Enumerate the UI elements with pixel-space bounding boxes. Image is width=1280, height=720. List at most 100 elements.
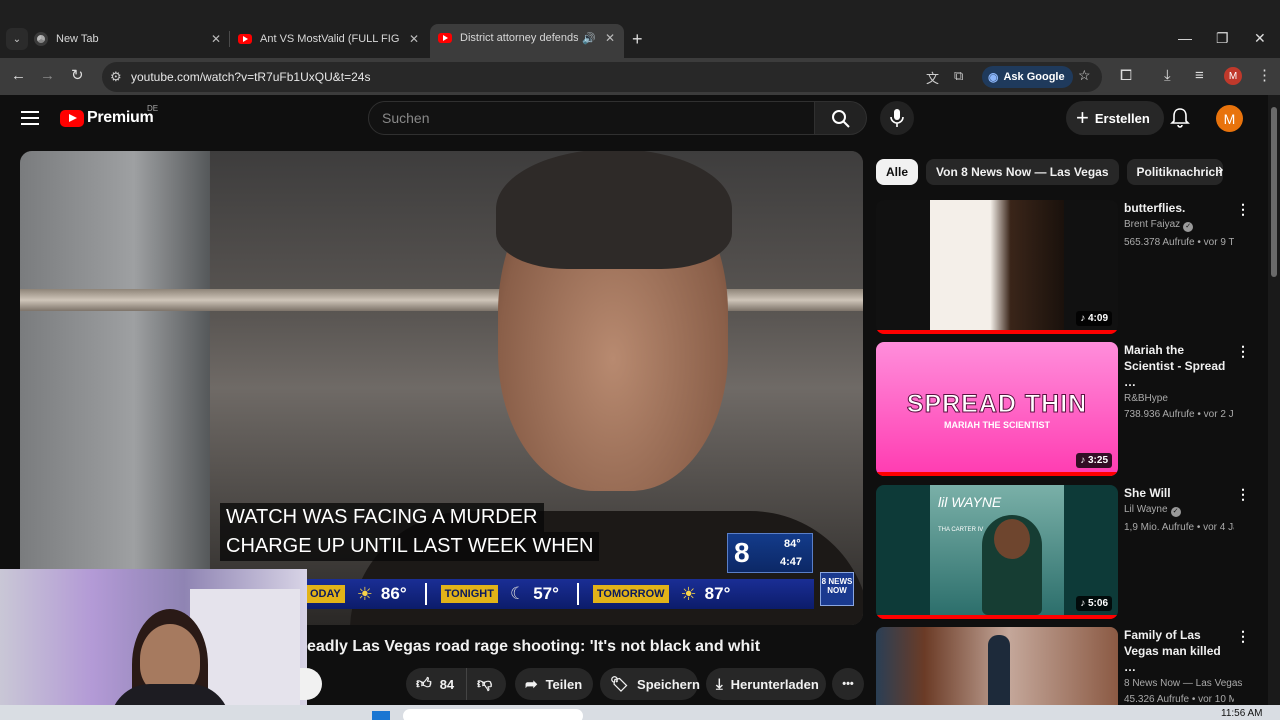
save-button[interactable]: 🏷︎ Speichern — [600, 668, 700, 700]
recommendation-item[interactable]: Family of Las Vegas man killed … 8 News … — [876, 627, 1256, 705]
more-options-icon[interactable]: ⋮ — [1236, 487, 1250, 501]
thumbnail-person — [988, 635, 1010, 705]
back-icon[interactable]: ← — [11, 66, 26, 86]
tab-search-button[interactable]: ⌄ — [6, 28, 28, 50]
search-button[interactable] — [815, 101, 867, 135]
taskbar-search[interactable] — [403, 709, 583, 720]
browser-tab-strip: ⌄ New Tab ✕ Ant VS MostValid (FULL FIGHT… — [0, 0, 1280, 58]
tab-title: Ant VS MostValid (FULL FIGHT) — [260, 33, 400, 45]
scrollbar-thumb[interactable] — [1271, 107, 1277, 277]
menu-icon[interactable] — [21, 111, 39, 125]
channel-name[interactable]: R&BHype — [1124, 393, 1234, 404]
close-window-icon[interactable]: ✕ — [1254, 30, 1266, 47]
account-avatar[interactable]: M — [1216, 105, 1243, 132]
station-logo: 8 — [734, 537, 750, 568]
thumbnail-image — [930, 200, 1064, 334]
video-thumbnail[interactable] — [876, 627, 1118, 705]
video-meta: 45.326 Aufrufe • vor 10 M… — [1124, 694, 1234, 705]
translate-icon[interactable]: 文 — [926, 68, 939, 87]
video-thumbnail[interactable]: lil WAYNE THA CARTER IV ♪ 5:06 — [876, 485, 1118, 619]
url-text[interactable]: youtube.com/watch?v=tR7uFb1UxQU&t=24s — [131, 70, 370, 84]
more-actions-button[interactable]: ••• — [832, 668, 864, 700]
maximize-icon[interactable]: ❐ — [1216, 30, 1229, 47]
install-app-icon[interactable]: ⧉ — [954, 68, 963, 84]
more-options-icon[interactable]: ⋮ — [1236, 344, 1250, 358]
weather-temp: 87° — [704, 584, 731, 603]
chip-all[interactable]: Alle — [876, 159, 919, 185]
notifications-bell-icon[interactable] — [1170, 107, 1190, 129]
closed-caption: WATCH WAS FACING A MURDER CHARGE UP UNTI… — [220, 503, 600, 561]
chip-channel[interactable]: Von 8 News Now — Las Vegas — [926, 159, 1119, 185]
recommendation-item[interactable]: lil WAYNE THA CARTER IV ♪ 5:06 She Will … — [876, 485, 1256, 619]
new-tab-button[interactable]: + — [632, 30, 643, 48]
video-title[interactable]: She Will — [1124, 485, 1234, 501]
google-lens-icon: ◉ — [988, 70, 999, 84]
thumbs-down-icon: 👎︎ — [477, 675, 493, 692]
video-thumbnail[interactable]: ♪ 4:09 — [876, 200, 1118, 334]
search-field[interactable] — [368, 101, 815, 135]
video-title[interactable]: butterflies. — [1124, 200, 1234, 216]
search-input[interactable] — [382, 110, 802, 126]
bookmark-star-icon[interactable]: ☆ — [1078, 67, 1091, 84]
youtube-play-icon — [60, 109, 84, 127]
ask-google-button[interactable]: ◉ Ask Google — [982, 66, 1073, 88]
youtube-icon — [238, 34, 252, 44]
reload-icon[interactable]: ↻ — [71, 66, 84, 86]
microphone-icon — [890, 109, 904, 127]
tab-ant-vs-mostvalid[interactable]: Ant VS MostValid (FULL FIGHT) ✕ — [238, 26, 422, 52]
minimize-icon[interactable]: — — [1178, 30, 1192, 46]
video-title[interactable]: Mariah the Scientist - Spread … — [1124, 342, 1234, 390]
download-label: Herunterladen — [730, 676, 819, 692]
sun-icon: ☀ — [680, 583, 697, 604]
plus-icon: + — [1076, 105, 1089, 130]
watch-progress-bar — [876, 330, 1118, 334]
voice-search-button[interactable] — [880, 101, 914, 135]
media-controls-icon[interactable]: ≡ — [1195, 66, 1204, 86]
subscribe-button[interactable] — [300, 668, 322, 700]
recommendation-item[interactable]: SPREAD THIN MARIAH THE SCIENTIST ♪ 3:25 … — [876, 342, 1256, 476]
channel-name[interactable]: Lil Wayne ✓ — [1124, 504, 1234, 517]
video-player[interactable]: WATCH WAS FACING A MURDER CHARGE UP UNTI… — [20, 151, 863, 625]
channel-name[interactable]: 8 News Now — Las Vegas — [1124, 678, 1242, 689]
like-button[interactable]: 👍︎ 84 — [406, 668, 466, 700]
windows-start-icon[interactable] — [372, 711, 390, 720]
youtube-premium-logo[interactable]: Premium DE — [60, 104, 158, 127]
more-options-icon[interactable]: ⋮ — [1236, 202, 1250, 216]
video-pillar — [20, 151, 210, 625]
station-time: 4:47 — [780, 556, 803, 568]
video-title: eadly Las Vegas road rage shooting: 'It'… — [307, 638, 761, 655]
share-icon: ➦ — [525, 676, 538, 693]
more-options-icon[interactable]: ⋮ — [1236, 629, 1250, 643]
close-tab-icon[interactable]: ✕ — [208, 31, 224, 47]
watch-progress-bar — [876, 615, 1118, 619]
download-button[interactable]: ⤓ Herunterladen — [706, 668, 826, 700]
video-title[interactable]: Family of Las Vegas man killed … — [1124, 627, 1234, 675]
downloads-icon[interactable]: ⤓ — [1164, 66, 1171, 86]
audio-playing-icon[interactable]: 🔊 — [582, 32, 596, 45]
tab-district-attorney[interactable]: District attorney defends pl 🔊 ✕ — [430, 24, 624, 58]
extensions-icon[interactable]: ⧠ — [1120, 66, 1132, 86]
create-button[interactable]: + Erstellen — [1066, 101, 1164, 135]
chrome-menu-icon[interactable]: ⋮ — [1257, 66, 1272, 86]
save-playlist-icon: 🏷︎ — [610, 676, 630, 693]
chip-politics[interactable]: Politiknachricht — [1126, 159, 1223, 185]
chevron-right-icon[interactable]: › — [1218, 161, 1223, 179]
sun-icon: ☀ — [356, 583, 373, 604]
divider — [424, 583, 427, 605]
video-thumbnail[interactable]: SPREAD THIN MARIAH THE SCIENTIST ♪ 3:25 — [876, 342, 1118, 476]
channel-name[interactable]: Brent Faiyaz ✓ — [1124, 219, 1234, 232]
share-button[interactable]: ➦ Teilen — [515, 668, 593, 700]
address-bar[interactable]: ⚙ youtube.com/watch?v=tR7uFb1UxQU&t=24s … — [102, 62, 1102, 92]
site-info-icon[interactable]: ⚙ — [110, 69, 122, 85]
dislike-button[interactable]: 👎︎ — [466, 668, 506, 700]
recommendation-item[interactable]: ♪ 4:09 butterflies. Brent Faiyaz ✓ 565.37… — [876, 200, 1256, 334]
news-corner-logo: 8 NEWS NOW — [820, 572, 854, 606]
tab-new-tab[interactable]: New Tab ✕ — [34, 26, 224, 52]
page-scrollbar[interactable] — [1268, 95, 1280, 720]
forward-icon[interactable]: → — [40, 66, 55, 86]
profile-avatar[interactable]: M — [1224, 67, 1242, 85]
create-label: Erstellen — [1094, 110, 1150, 126]
close-tab-icon[interactable]: ✕ — [406, 31, 422, 47]
streamer-webcam-overlay — [0, 569, 307, 720]
close-tab-icon[interactable]: ✕ — [602, 30, 618, 46]
